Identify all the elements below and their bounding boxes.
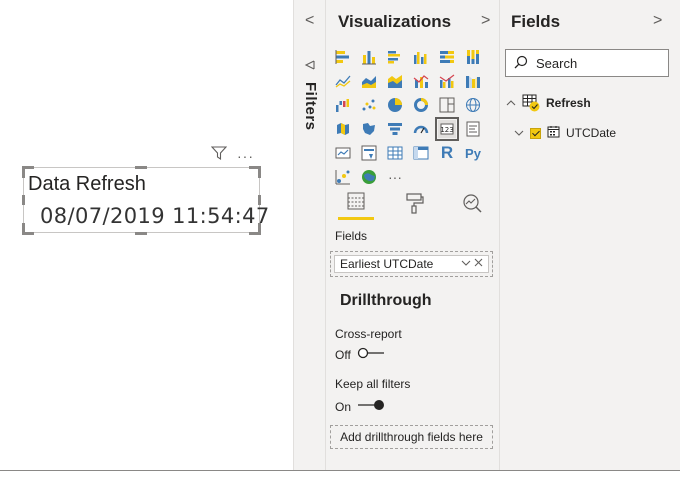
- field-node-utcdate[interactable]: UTCDate: [514, 125, 616, 141]
- selected-check-badge-icon: [529, 101, 540, 112]
- keep-filters-state: On: [335, 399, 352, 414]
- line-and-clustered-column-chart-icon[interactable]: [438, 72, 456, 90]
- funnel-chart-icon[interactable]: [386, 120, 404, 138]
- resize-handle-top-left[interactable]: [22, 166, 25, 178]
- resize-handle-top-right[interactable]: [258, 166, 261, 178]
- area-chart-icon[interactable]: [360, 72, 378, 90]
- visual-type-gallery: 123 R Py ···: [334, 48, 486, 190]
- card-value: 08/07/2019 11:54:47: [40, 204, 270, 228]
- filter-icon[interactable]: [210, 146, 228, 165]
- more-options-icon[interactable]: ···: [237, 148, 254, 164]
- remove-field-icon[interactable]: [474, 258, 483, 270]
- format-paint-roller-icon: [404, 192, 424, 219]
- resize-handle-bottom[interactable]: [135, 232, 147, 235]
- stacked-area-chart-icon[interactable]: [386, 72, 404, 90]
- fields-search-input[interactable]: Search: [505, 49, 669, 77]
- python-visual-icon[interactable]: Py: [464, 144, 482, 162]
- line-and-stacked-column-chart-icon[interactable]: [412, 72, 430, 90]
- keep-filters-toggle[interactable]: [357, 399, 385, 414]
- more-visuals-icon[interactable]: ···: [386, 168, 404, 186]
- r-script-visual-icon[interactable]: R: [438, 143, 456, 162]
- format-tab[interactable]: [396, 190, 432, 220]
- slicer-icon[interactable]: [360, 144, 378, 162]
- resize-handle-right[interactable]: [258, 195, 261, 205]
- search-icon: [514, 55, 528, 72]
- visualizations-collapse-chevron[interactable]: >: [481, 12, 490, 30]
- chevron-down-icon[interactable]: [461, 258, 474, 270]
- cross-report-toggle-row: Off: [335, 347, 385, 362]
- clustered-bar-chart-icon[interactable]: [386, 48, 404, 66]
- pie-chart-icon[interactable]: [386, 96, 404, 114]
- field-name: UTCDate: [566, 126, 617, 140]
- card-visual-icon[interactable]: 123: [435, 117, 459, 141]
- drillthrough-drop-zone[interactable]: Add drillthrough fields here: [330, 425, 493, 449]
- visualizations-pane: Visualizations > 123 R Py ··· Fields Ear…: [325, 0, 499, 470]
- analytics-tab[interactable]: [454, 190, 490, 220]
- resize-handle-bottom-right[interactable]: [258, 223, 261, 235]
- scatter-chart-icon[interactable]: [360, 96, 378, 114]
- line-chart-icon[interactable]: [334, 72, 352, 90]
- fields-well[interactable]: Earliest UTCDate: [330, 251, 493, 277]
- calendar-icon: [547, 125, 560, 141]
- filters-pane[interactable]: < Filters: [293, 0, 325, 470]
- kpi-icon[interactable]: [334, 144, 352, 162]
- ribbon-chart-icon[interactable]: [464, 72, 482, 90]
- map-globe-icon[interactable]: [464, 96, 482, 114]
- field-checkbox-checked[interactable]: [530, 127, 541, 139]
- field-pill-actions: [461, 256, 483, 272]
- matrix-icon[interactable]: [412, 144, 430, 162]
- treemap-icon[interactable]: [438, 96, 456, 114]
- shape-map-icon[interactable]: [360, 120, 378, 138]
- stacked-column-chart-icon[interactable]: [360, 48, 378, 66]
- cross-report-state: Off: [335, 347, 351, 362]
- drillthrough-title: Drillthrough: [340, 292, 432, 309]
- resize-handle-top[interactable]: [135, 166, 147, 169]
- resize-handle-bottom-left[interactable]: [22, 223, 25, 235]
- table-node-refresh[interactable]: Refresh: [506, 94, 591, 112]
- donut-chart-icon[interactable]: [412, 96, 430, 114]
- card-title: Data Refresh: [28, 173, 146, 195]
- search-placeholder: Search: [536, 55, 578, 71]
- table-icon[interactable]: [386, 144, 404, 162]
- resize-handle-left[interactable]: [22, 195, 25, 205]
- fields-pane: Fields > Search Refresh UTCDate: [499, 0, 680, 470]
- fields-tab[interactable]: [338, 190, 374, 220]
- bottom-divider: [0, 470, 680, 471]
- keep-filters-toggle-row: On: [335, 399, 385, 414]
- fields-collapse-chevron[interactable]: >: [653, 12, 662, 30]
- 100-stacked-column-chart-icon[interactable]: [464, 48, 482, 66]
- table-name: Refresh: [546, 96, 591, 110]
- visualizations-tab-row: [338, 190, 490, 220]
- arcgis-map-icon[interactable]: [360, 168, 378, 186]
- 100-stacked-bar-chart-icon[interactable]: [438, 48, 456, 66]
- report-canvas[interactable]: ··· Data Refresh 08/07/2019 11:54:47: [0, 0, 293, 470]
- cross-report-toggle[interactable]: [357, 347, 385, 362]
- table-icon: [522, 94, 540, 112]
- filters-label[interactable]: Filters: [302, 82, 319, 131]
- triangle-left-icon[interactable]: [304, 58, 316, 76]
- chevron-down-icon[interactable]: [514, 126, 524, 140]
- keep-filters-label: Keep all filters: [335, 377, 411, 391]
- gauge-icon[interactable]: [412, 120, 430, 138]
- fields-tab-icon: [346, 191, 366, 216]
- analytics-magnifier-icon: [461, 192, 483, 219]
- stacked-bar-chart-icon[interactable]: [334, 48, 352, 66]
- fields-title: Fields: [511, 12, 561, 31]
- field-pill-label: Earliest UTCDate: [340, 257, 434, 271]
- filled-map-icon[interactable]: [334, 120, 352, 138]
- fields-well-label: Fields: [335, 229, 368, 243]
- multi-row-card-icon[interactable]: [464, 120, 482, 138]
- clustered-column-chart-icon[interactable]: [412, 48, 430, 66]
- waterfall-chart-icon[interactable]: [334, 96, 352, 114]
- cross-report-label: Cross-report: [335, 327, 402, 341]
- svg-text:123: 123: [440, 126, 453, 134]
- key-influencers-icon[interactable]: [334, 168, 352, 186]
- visualizations-title: Visualizations: [338, 12, 452, 31]
- filters-collapse-chevron[interactable]: <: [305, 12, 314, 30]
- field-pill-earliest-utcdate[interactable]: Earliest UTCDate: [334, 255, 489, 273]
- chevron-up-icon[interactable]: [506, 96, 516, 110]
- card-visual[interactable]: Data Refresh 08/07/2019 11:54:47: [23, 167, 269, 233]
- visual-header: ···: [210, 146, 254, 165]
